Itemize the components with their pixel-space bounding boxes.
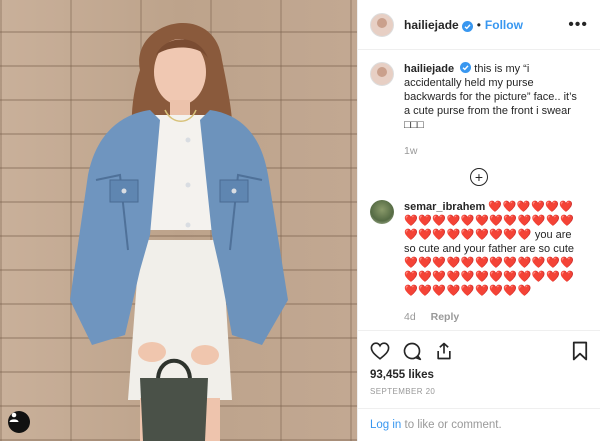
reply-button[interactable]: Reply — [431, 311, 460, 323]
share-icon[interactable] — [434, 341, 454, 361]
more-options-icon[interactable]: ••• — [568, 16, 588, 34]
caption-age: 1w — [404, 145, 418, 157]
comment-age: 4d — [404, 311, 416, 323]
likes-count[interactable]: 93,455 likes — [370, 369, 588, 381]
post-photo[interactable] — [0, 0, 357, 441]
caption-body: hailiejade this is my “i accidentally he… — [404, 62, 580, 158]
verified-icon — [460, 62, 472, 73]
post-date: SEPTEMBER 20 — [370, 387, 436, 396]
caption-meta: 1w — [404, 144, 580, 158]
post-actions: 93,455 likes SEPTEMBER 20 — [358, 330, 600, 396]
login-prompt-text: to like or comment. — [401, 419, 502, 431]
verified-icon — [461, 19, 473, 32]
author-username[interactable]: hailiejade — [404, 18, 459, 32]
comment-body: semar_ibrahem ❤️❤️❤️❤️❤️❤️❤️❤️❤️❤️❤️❤️❤️… — [404, 200, 580, 324]
commenter-avatar[interactable] — [370, 200, 394, 224]
comment-hearts-after: ❤️❤️❤️❤️❤️❤️❤️❤️❤️❤️❤️❤️❤️❤️❤️❤️❤️❤️❤️❤️… — [404, 257, 575, 297]
caption-username[interactable]: hailiejade — [404, 63, 454, 75]
header-separator: • — [476, 17, 481, 32]
caption-avatar[interactable] — [370, 62, 394, 86]
comment-item: semar_ibrahem ❤️❤️❤️❤️❤️❤️❤️❤️❤️❤️❤️❤️❤️… — [370, 200, 588, 324]
instagram-post: hailiejade • Follow ••• hailiejade this … — [0, 0, 600, 441]
author-avatar[interactable] — [370, 12, 394, 37]
user-tag-icon[interactable] — [8, 411, 30, 433]
follow-button[interactable]: Follow — [485, 18, 523, 32]
caption-comment: hailiejade this is my “i accidentally he… — [370, 62, 588, 158]
load-more-icon[interactable]: + — [470, 168, 488, 186]
comment-icon[interactable] — [402, 341, 422, 361]
login-prompt: Log in to like or comment. — [358, 408, 600, 441]
action-icons — [370, 337, 588, 365]
person-illustration — [70, 22, 288, 441]
comments-section[interactable]: hailiejade this is my “i accidentally he… — [358, 50, 600, 330]
post-header: hailiejade • Follow ••• — [358, 0, 600, 50]
comment-username[interactable]: semar_ibrahem — [404, 201, 485, 213]
bookmark-icon[interactable] — [572, 341, 588, 361]
comment-meta: 4d Reply — [404, 310, 580, 324]
post-side-panel: hailiejade • Follow ••• hailiejade this … — [357, 0, 600, 441]
login-link[interactable]: Log in — [370, 419, 401, 431]
load-more: + — [370, 168, 588, 186]
heart-icon[interactable] — [370, 342, 390, 360]
